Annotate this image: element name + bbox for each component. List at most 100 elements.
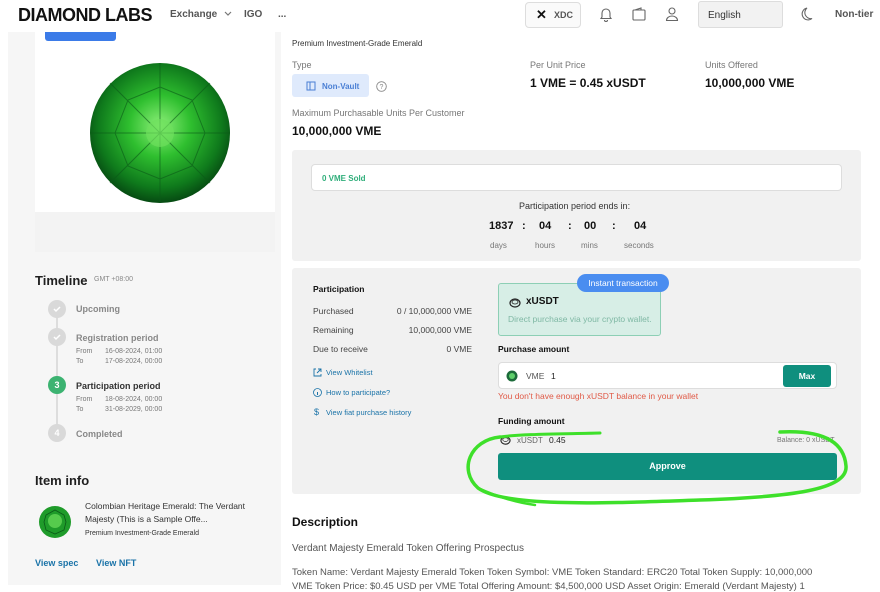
nav-exchange[interactable]: Exchange	[170, 9, 232, 20]
per-unit-label: Per Unit Price	[530, 60, 586, 70]
brand-logo[interactable]: DIAMOND LABS	[18, 5, 153, 26]
check-icon	[53, 334, 61, 341]
help-icon[interactable]: ?	[376, 81, 387, 92]
countdown-mins-label: mins	[581, 241, 598, 250]
item-thumbnail	[39, 506, 71, 538]
countdown-sep-1: :	[522, 220, 526, 232]
language-select[interactable]: English	[698, 1, 783, 28]
funding-token: xUSDT	[517, 436, 543, 445]
units-offered-value: 10,000,000 VME	[705, 76, 795, 90]
countdown-hours-label: hours	[535, 241, 556, 250]
item-name: Colombian Heritage Emerald: The Verdant …	[85, 501, 246, 524]
blue-tab-strip[interactable]	[45, 32, 116, 41]
registration-to-label: To	[76, 358, 84, 365]
network-label: XDC	[554, 10, 574, 20]
external-link-icon	[313, 368, 322, 377]
item-info-title: Item info	[35, 473, 90, 488]
description-line-1: Token Name: Verdant Majesty Emerald Toke…	[292, 567, 813, 578]
how-to-participate-link[interactable]: How to participate?	[326, 388, 390, 397]
purchased-value: 0 / 10,000,000 VME	[396, 306, 472, 316]
wallet-icon[interactable]	[631, 6, 647, 22]
user-icon[interactable]	[664, 6, 680, 22]
non-vault-badge: Non-Vault	[292, 74, 369, 97]
instant-transaction-badge: Instant transaction	[577, 274, 669, 292]
per-unit-value: 1 VME = 0.45 xUSDT	[530, 76, 646, 90]
timeline-label-completed: Completed	[76, 429, 123, 439]
timeline-step-done-1	[48, 300, 66, 318]
info-icon	[313, 388, 322, 397]
view-nft-link[interactable]: View NFT	[96, 558, 136, 568]
view-spec-link[interactable]: View spec	[35, 558, 78, 568]
balance-error: You don't have enough xUSDT balance in y…	[498, 391, 699, 401]
timeline-label-participation: Participation period	[76, 381, 161, 391]
xusdt-coin-icon	[500, 436, 511, 445]
purchased-label: Purchased	[313, 306, 354, 316]
network-button[interactable]: ✕ XDC	[525, 2, 581, 28]
timeline-step-active: 3	[48, 376, 66, 394]
nav-igo[interactable]: IGO	[244, 9, 262, 20]
max-button[interactable]: Max	[783, 365, 831, 387]
participation-to: 31-08-2029, 00:00	[105, 406, 163, 413]
timeline-label-registration: Registration period	[76, 333, 159, 343]
type-value: Non-Vault	[322, 82, 360, 91]
countdown-sep-2: :	[568, 220, 572, 232]
sold-progress-bar: 0 VME Sold	[311, 164, 842, 191]
funding-amount-label: Funding amount	[498, 416, 565, 426]
funding-value: 0.45	[549, 435, 566, 445]
max-purchase-value: 10,000,000 VME	[292, 124, 382, 138]
item-category: Premium Investment-Grade Emerald	[292, 39, 423, 48]
top-header: DIAMOND LABS Exchange IGO ... ✕ XDC Engl…	[0, 0, 880, 32]
dollar-icon: $	[314, 407, 320, 417]
purchase-amount-label: Purchase amount	[498, 344, 570, 354]
countdown-seconds-label: seconds	[624, 241, 654, 250]
balance-label: Balance: 0 xUSDT	[777, 437, 835, 444]
description-line-2: VME Token Price: $0.45 USD per VME Total…	[292, 581, 805, 592]
due-label: Due to receive	[313, 344, 368, 354]
moon-icon[interactable]	[801, 6, 817, 22]
tier-label: Non-tier	[835, 9, 874, 20]
countdown-sep-3: :	[612, 220, 616, 232]
view-whitelist-link[interactable]: View Whitelist	[326, 368, 373, 377]
countdown-seconds: 04	[634, 220, 647, 232]
bell-icon[interactable]	[598, 6, 614, 22]
timeline-step-done-2	[48, 328, 66, 346]
due-value: 0 VME	[446, 344, 472, 354]
approve-button[interactable]: Approve	[498, 453, 837, 480]
description-title: Description	[292, 515, 359, 529]
payment-method-title: xUSDT	[526, 296, 559, 307]
timeline-label-upcoming: Upcoming	[76, 304, 120, 314]
description-heading: Verdant Majesty Emerald Token Offering P…	[292, 543, 524, 554]
type-label: Type	[292, 60, 312, 70]
timeline-title: Timeline	[35, 273, 88, 288]
registration-to: 17-08-2024, 00:00	[105, 358, 163, 365]
participation-from-label: From	[76, 396, 93, 403]
amount-value: 1	[551, 371, 556, 381]
participation-to-label: To	[76, 406, 84, 413]
nav-more[interactable]: ...	[278, 9, 286, 20]
countdown-days: 1837	[489, 220, 514, 232]
payment-method-desc: Direct purchase via your crypto wallet.	[508, 314, 652, 324]
emerald-gem-image	[90, 63, 230, 203]
units-offered-label: Units Offered	[705, 60, 758, 70]
countdown-hours: 04	[539, 220, 552, 232]
fiat-history-link[interactable]: View fiat purchase history	[326, 408, 411, 417]
registration-from-label: From	[76, 348, 93, 355]
remaining-value: 10,000,000 VME	[408, 325, 472, 335]
participation-title: Participation	[313, 284, 365, 294]
check-icon	[53, 306, 61, 313]
timeline-step-pending: 4	[48, 424, 66, 442]
remaining-label: Remaining	[313, 325, 354, 335]
xdc-icon: ✕	[536, 7, 547, 22]
countdown-days-label: days	[490, 241, 507, 250]
registration-from: 16-08-2024, 01:00	[105, 348, 163, 355]
max-purchase-label: Maximum Purchasable Units Per Customer	[292, 108, 465, 118]
chevron-down-icon	[224, 11, 232, 16]
amount-token: VME	[526, 371, 545, 381]
svg-text:?: ?	[380, 84, 384, 91]
timezone-label: GMT +08:00	[94, 276, 133, 283]
coin-icon	[509, 298, 521, 308]
vme-token-icon	[506, 370, 518, 382]
countdown-mins: 00	[584, 220, 597, 232]
nav-exchange-label: Exchange	[170, 9, 218, 20]
period-ends-label: Participation period ends in:	[519, 201, 631, 211]
